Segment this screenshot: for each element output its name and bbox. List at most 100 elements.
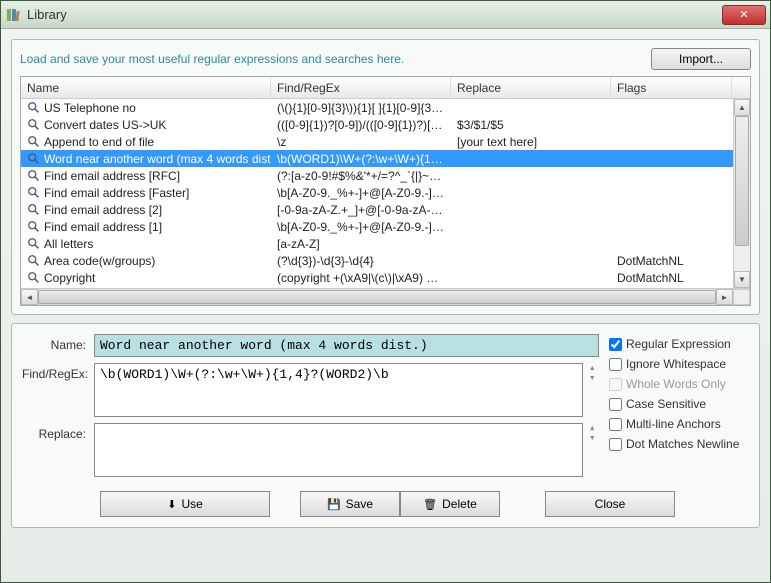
spin-down-icon[interactable]: ▼ [585,433,599,443]
multiline-checkbox[interactable] [609,418,622,431]
wholewords-label: Whole Words Only [626,377,726,391]
close-icon: ✕ [739,8,748,21]
header-find[interactable]: Find/RegEx [271,77,451,98]
use-button[interactable]: ⬇Use [100,491,270,517]
row-find: (\(){1}[0-9]{3}\)){1}[ ]{1}[0-9]{3}\... [271,101,451,115]
table-row[interactable]: US Telephone no (\(){1}[0-9]{3}\)){1}[ ]{… [21,99,733,116]
case-label: Case Sensitive [626,397,706,411]
table-row[interactable]: Find email address [2] [-0-9a-zA-Z.+_]+@[… [21,201,733,218]
save-icon: 💾 [327,498,341,511]
table-row[interactable]: Date xx/xx/yyyy\b\d{1,2}\/\d{1,2}\/\d{4}… [21,286,733,288]
spin-up-icon[interactable]: ▲ [585,423,599,433]
table-body: US Telephone no (\(){1}[0-9]{3}\)){1}[ ]{… [21,99,733,288]
row-find: (?:[a-z0-9!#$%&'*+/=?^_`{|}~-]+(... [271,169,451,183]
row-flags: DotMatchNL [611,271,733,285]
magnifier-icon [27,169,41,183]
scroll-corner [733,289,750,305]
table-row[interactable]: Find email address [Faster]\b[A-Z0-9._%+… [21,184,733,201]
row-replace: $3/$1/$5 [451,118,611,132]
library-table: Name Find/RegEx Replace Flags US Telepho… [20,76,751,306]
table-row[interactable]: Area code(w/groups) (?\d{3})-\d{3}-\d{4} D… [21,252,733,269]
row-name: Area code(w/groups) [44,254,155,268]
row-find: (copyright +(\xA9|\(c\)|\xA9) +\... [271,271,451,285]
table-row[interactable]: Find email address [RFC](?:[a-z0-9!#$%&'… [21,167,733,184]
options-group: Regular Expression Ignore Whitespace Who… [599,334,749,483]
case-checkbox[interactable] [609,398,622,411]
horizontal-scrollbar[interactable]: ◄ ► [21,288,750,305]
row-name: Date xx/xx/yyyy [44,288,127,289]
table-row[interactable]: Convert dates US->UK (([0-9]{1})?[0-9])/(… [21,116,733,133]
row-flags: DotMatchNL [611,288,733,289]
row-find: (?\d{3})-\d{3}-\d{4} [271,254,451,268]
ignorews-checkbox[interactable] [609,358,622,371]
replace-label: Replace: [22,423,94,441]
scroll-up-icon[interactable]: ▲ [734,99,750,116]
find-spinner[interactable]: ▲▼ [585,363,599,417]
magnifier-icon [27,101,41,115]
replace-input[interactable] [94,423,583,477]
row-name: Append to end of file [44,135,154,149]
magnifier-icon [27,271,41,285]
save-label: Save [346,497,373,511]
magnifier-icon [27,237,41,251]
edit-panel: Name: Find/RegEx: ▲▼ Replace: [11,323,760,528]
close-label: Close [595,497,626,511]
magnifier-icon [27,220,41,234]
table-row[interactable]: Copyright(copyright +(\xA9|\(c\)|\xA9) +… [21,269,733,286]
app-icon [5,7,21,23]
row-name: Convert dates US->UK [44,118,166,132]
table-row[interactable]: Find email address [1]\b[A-Z0-9._%+-]+@[… [21,218,733,235]
header-replace[interactable]: Replace [451,77,611,98]
magnifier-icon [27,203,41,217]
row-find: [-0-9a-zA-Z.+_]+@[-0-9a-zA-Z.... [271,203,451,217]
row-find: (([0-9]{1})?[0-9])/(([0-9]{1})?)[0-9]... [271,118,451,132]
hscroll-thumb[interactable] [38,290,716,304]
magnifier-icon [27,186,41,200]
dotnl-checkbox[interactable] [609,438,622,451]
row-name: All letters [44,237,93,251]
table-header: Name Find/RegEx Replace Flags [21,77,750,99]
content-area: Load and save your most useful regular e… [1,29,770,582]
replace-spinner[interactable]: ▲▼ [585,423,599,477]
table-row[interactable]: Word near another word (max 4 words dist… [21,150,733,167]
hint-text: Load and save your most useful regular e… [20,52,651,66]
name-label: Name: [22,334,94,352]
row-name: US Telephone no [44,101,136,115]
scroll-thumb[interactable] [735,116,749,246]
delete-label: Delete [442,497,477,511]
header-flags[interactable]: Flags [611,77,732,98]
vertical-scrollbar[interactable]: ▲ ▼ [733,99,750,288]
row-name: Find email address [2] [44,203,162,217]
spin-up-icon[interactable]: ▲ [585,363,599,373]
scroll-down-icon[interactable]: ▼ [734,271,750,288]
window-title: Library [27,7,722,22]
find-input[interactable] [94,363,583,417]
titlebar[interactable]: Library ✕ [1,1,770,29]
magnifier-icon [27,135,41,149]
use-label: Use [181,497,202,511]
save-button[interactable]: 💾 Save [300,491,400,517]
magnifier-icon [27,152,41,166]
magnifier-icon [27,118,41,132]
scroll-right-icon[interactable]: ► [716,289,733,305]
delete-button[interactable]: 🗑Delete [400,491,500,517]
import-button[interactable]: Import... [651,48,751,70]
magnifier-icon [27,288,41,289]
window-close-button[interactable]: ✕ [722,5,766,25]
regex-checkbox[interactable] [609,338,622,351]
row-replace: [your text here] [451,135,611,149]
row-find: \b[A-Z0-9._%+-]+@[A-Z0-9.-]+\.[... [271,220,451,234]
close-button[interactable]: Close [545,491,675,517]
regex-label: Regular Expression [626,337,731,351]
multiline-label: Multi-line Anchors [626,417,721,431]
row-flags: DotMatchNL [611,254,733,268]
table-row[interactable]: Append to end of file\z[your text here] [21,133,733,150]
name-input[interactable] [94,334,599,357]
table-row[interactable]: All letters[a-zA-Z] [21,235,733,252]
header-name[interactable]: Name [21,77,271,98]
scroll-left-icon[interactable]: ◄ [21,289,38,305]
row-find: \b(WORD1)\W+(?:\w+\W+){1,4}?... [271,152,451,166]
wholewords-checkbox[interactable] [609,378,622,391]
magnifier-icon [27,254,41,268]
spin-down-icon[interactable]: ▼ [585,373,599,383]
